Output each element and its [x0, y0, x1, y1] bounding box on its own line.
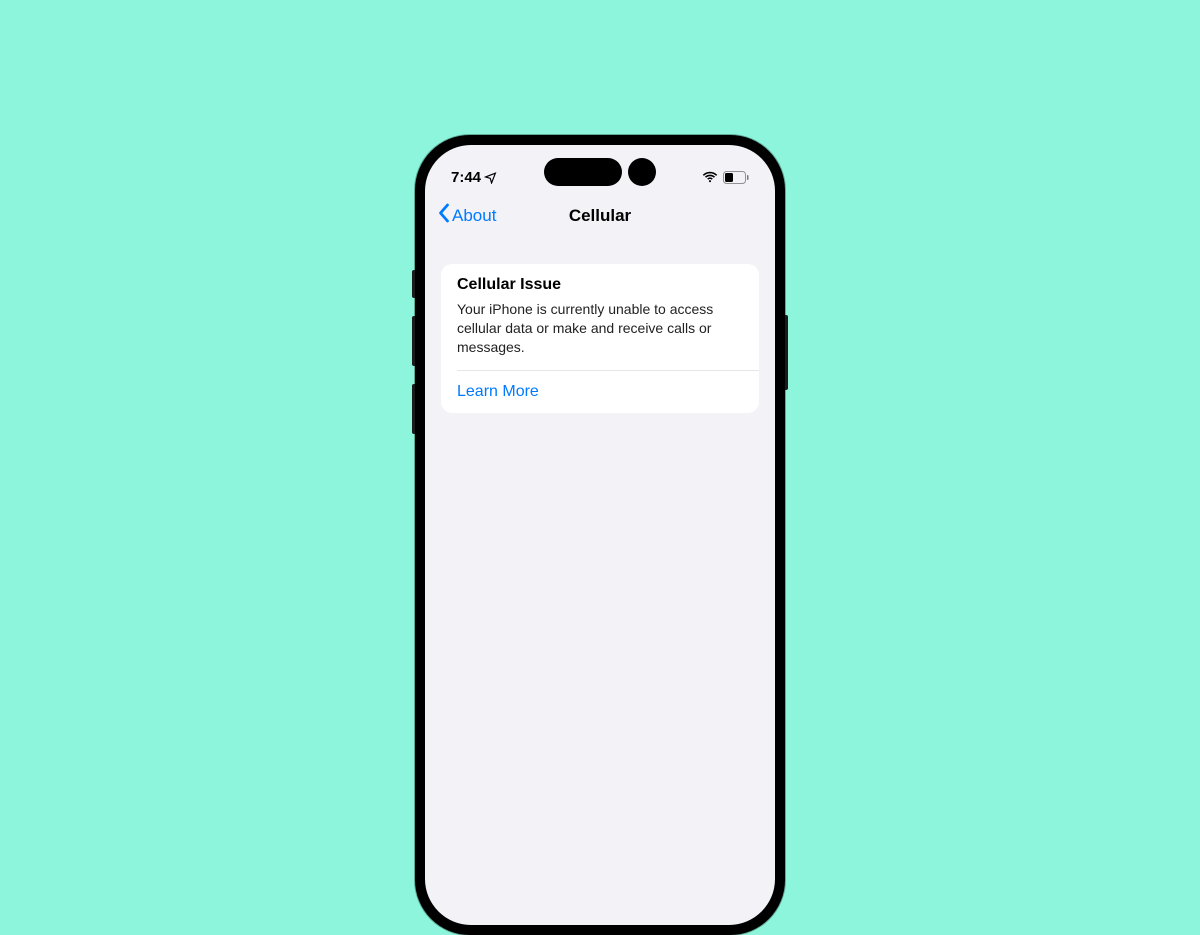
card-description: Your iPhone is currently unable to acces… [441, 296, 759, 370]
phone-side-buttons-left [412, 270, 415, 452]
page-title: Cellular [569, 206, 631, 226]
chevron-left-icon [437, 203, 450, 228]
content-area: Cellular Issue Your iPhone is currently … [425, 240, 775, 437]
back-button[interactable]: About [437, 203, 496, 228]
wifi-icon [702, 171, 718, 183]
phone-frame: 7:44 [415, 135, 785, 935]
battery-icon [723, 171, 749, 184]
status-bar-left: 7:44 [451, 169, 497, 186]
cellular-issue-card: Cellular Issue Your iPhone is currently … [441, 264, 759, 413]
card-title: Cellular Issue [441, 264, 759, 296]
phone-side-buttons-right [785, 315, 788, 390]
navigation-bar: About Cellular [425, 193, 775, 240]
phone-screen: 7:44 [425, 145, 775, 925]
dynamic-island [544, 158, 656, 186]
location-arrow-icon [484, 171, 497, 184]
status-time: 7:44 [451, 169, 481, 186]
back-button-label: About [452, 206, 496, 226]
learn-more-button[interactable]: Learn More [441, 371, 759, 413]
status-bar-right [702, 171, 749, 184]
